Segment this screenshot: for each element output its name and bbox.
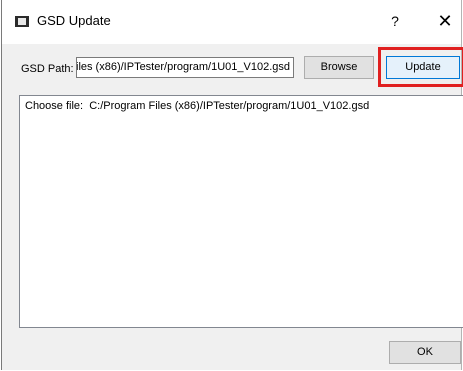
app-window-icon xyxy=(15,16,29,27)
close-icon[interactable]: ✕ xyxy=(434,10,456,32)
window-title: GSD Update xyxy=(37,13,111,28)
gsd-path-value: C:/Program Files (x86)/IPTester/program/… xyxy=(76,61,290,73)
title-bar: GSD Update ? ✕ xyxy=(2,0,461,44)
gsd-path-label: GSD Path: xyxy=(21,63,74,75)
help-button[interactable]: ? xyxy=(385,11,405,31)
gsd-update-dialog: GSD Update ? ✕ GSD Path: C:/Program File… xyxy=(1,0,463,370)
update-highlight-box: Update xyxy=(378,47,463,87)
update-button[interactable]: Update xyxy=(386,56,460,79)
gsd-path-input[interactable]: C:/Program Files (x86)/IPTester/program/… xyxy=(76,57,294,78)
ok-button[interactable]: OK xyxy=(389,341,461,364)
log-output[interactable]: Choose file: C:/Program Files (x86)/IPTe… xyxy=(19,95,463,328)
browse-button[interactable]: Browse xyxy=(304,56,374,79)
